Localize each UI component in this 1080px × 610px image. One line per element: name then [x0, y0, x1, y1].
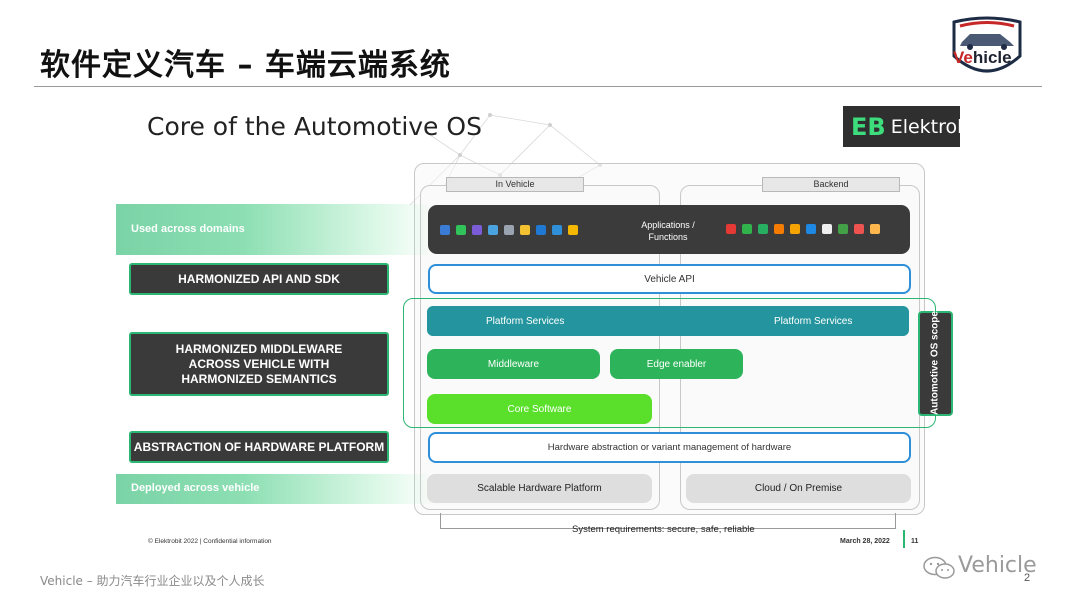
photo-icon: [488, 225, 498, 235]
app-store-icon: [568, 225, 578, 235]
platform-services-backend: Platform Services: [774, 316, 853, 327]
parking-icon: [536, 225, 546, 235]
heart-icon: [440, 225, 450, 235]
title-divider: [34, 86, 1042, 87]
elektrobit-wordmark: Elektrobit: [890, 115, 982, 138]
phone-icon: [472, 225, 482, 235]
vehicle-api-layer: Vehicle API: [428, 264, 911, 294]
in-vehicle-app-icons: [440, 225, 578, 235]
page-title: 软件定义汽车 – 车端云端系统: [40, 48, 451, 83]
slide-date: March 28, 2022: [840, 538, 890, 545]
elektrobit-logo: EB Elektrobit: [843, 106, 982, 147]
edge-enabler-layer: Edge enabler: [610, 349, 743, 379]
applications-label: Applications / Functions: [641, 220, 695, 242]
middleware-layer: Middleware: [427, 349, 600, 379]
logo-text-suffix: hicle: [972, 48, 1012, 67]
camera-icon: [822, 224, 832, 234]
scalable-hardware-layer: Scalable Hardware Platform: [427, 474, 652, 503]
automotive-os-scope-label: Automotive OS scope: [929, 311, 941, 415]
star-icon: [838, 224, 848, 234]
android-icon: [742, 224, 752, 234]
map-pin-icon: [552, 225, 562, 235]
music-icon: [726, 224, 736, 234]
chat-icon: [758, 224, 768, 234]
footer-text: Vehicle – 助力汽车行业企业以及个人成长: [40, 574, 265, 588]
backend-app-icons: [726, 224, 880, 234]
weather-icon: [790, 224, 800, 234]
page-number-divider: [903, 530, 905, 548]
game-icon: [774, 224, 784, 234]
harmonized-api-label: HARMONIZED API AND SDK: [129, 263, 389, 295]
harmonized-middleware-label: HARMONIZED MIDDLEWARE ACROSS VEHICLE WIT…: [129, 332, 389, 396]
inner-page-number: 11: [911, 538, 919, 545]
wechat-icon: [923, 556, 955, 579]
copyright-notice: © Elektrobit 2022 | Confidential informa…: [148, 538, 272, 545]
elektrobit-mark: EB: [851, 112, 886, 141]
slide-title: Core of the Automotive OS: [147, 112, 482, 141]
message-icon: [456, 225, 466, 235]
system-requirements: System requirements: secure, safe, relia…: [572, 524, 755, 535]
box-icon: [870, 224, 880, 234]
used-across-domains-label: Used across domains: [131, 223, 245, 235]
backend-header: Backend: [762, 177, 900, 192]
core-software-layer: Core Software: [427, 394, 652, 424]
browser-icon: [806, 224, 816, 234]
hardware-abstraction-label: ABSTRACTION OF HARDWARE PLATFORM: [129, 431, 389, 463]
calendar-icon: [504, 225, 514, 235]
slide-page: 软件定义汽车 – 车端云端系统 Vehicle Core of the Auto…: [0, 0, 1080, 610]
slide-number: 2: [1024, 572, 1031, 584]
cloud-layer: Cloud / On Premise: [686, 474, 911, 503]
platform-services-in-vehicle: Platform Services: [486, 316, 565, 327]
logo-text: Vehicle: [953, 48, 1012, 68]
shop-icon: [854, 224, 864, 234]
hardware-abstraction-layer: Hardware abstraction or variant manageme…: [428, 432, 911, 463]
logo-text-prefix: Ve: [953, 48, 973, 67]
settings-icon: [520, 225, 530, 235]
deployed-across-vehicle-label: Deployed across vehicle: [131, 482, 260, 494]
in-vehicle-header: In Vehicle: [446, 177, 584, 192]
